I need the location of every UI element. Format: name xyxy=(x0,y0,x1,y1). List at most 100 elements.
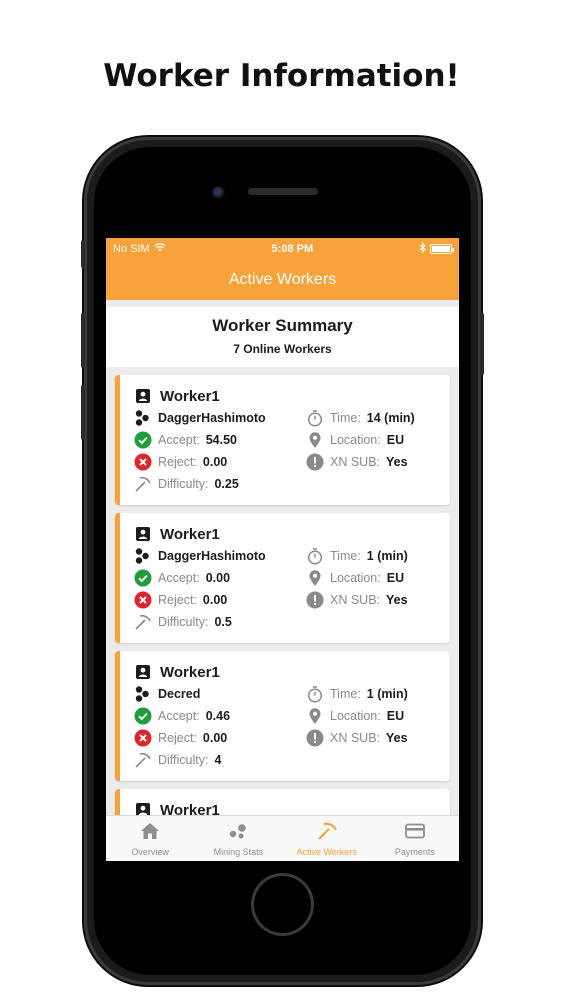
reject-value: 0.00 xyxy=(202,731,228,745)
difficulty-value: 0.25 xyxy=(214,477,239,491)
bluetooth-icon xyxy=(419,241,426,256)
carrier-label: No SIM xyxy=(113,242,150,255)
alert-circle-icon xyxy=(306,729,324,747)
location-value: EU xyxy=(386,433,405,447)
difficulty-value: 4 xyxy=(214,753,222,767)
tab-bar: Overview Mining Stats Active Workers Pay… xyxy=(106,815,459,861)
power-button xyxy=(480,313,484,375)
location-pin-icon xyxy=(306,707,324,725)
difficulty-label: Difficulty: xyxy=(158,615,209,629)
online-workers-count: 7 Online Workers xyxy=(233,342,332,356)
difficulty-label: Difficulty: xyxy=(158,753,209,767)
tab-active-workers[interactable]: Active Workers xyxy=(283,816,371,861)
reject-label: Reject: xyxy=(158,455,197,469)
mining-stats-icon xyxy=(228,822,248,845)
promo-headline: Worker Information! xyxy=(103,58,460,94)
xn-sub-value: Yes xyxy=(386,731,408,745)
algorithm-icon xyxy=(134,409,152,427)
time-value: 1 (min) xyxy=(366,549,408,563)
accept-label: Accept: xyxy=(158,709,200,723)
status-time: 5:08 PM xyxy=(271,242,314,255)
accept-value: 0.46 xyxy=(205,709,231,723)
algorithm-value: DaggerHashimoto xyxy=(158,549,266,563)
worker-card[interactable]: Worker1 Decred Accept: 0.46 Reject: 0.00… xyxy=(115,651,450,781)
location-pin-icon xyxy=(306,431,324,449)
user-badge-icon xyxy=(134,387,152,405)
stopwatch-icon xyxy=(306,409,324,427)
worker-name: Worker1 xyxy=(160,387,220,405)
time-label: Time: xyxy=(330,549,361,563)
stopwatch-icon xyxy=(306,685,324,703)
location-label: Location: xyxy=(330,433,381,447)
accept-label: Accept: xyxy=(158,571,200,585)
xn-sub-label: XN SUB: xyxy=(330,731,381,745)
pickaxe-icon xyxy=(316,822,338,845)
home-icon xyxy=(140,822,160,845)
alert-circle-icon xyxy=(306,591,324,609)
xn-sub-label: XN SUB: xyxy=(330,455,381,469)
status-bar: No SIM 5:08 PM xyxy=(106,238,459,259)
worker-list[interactable]: Worker1 DaggerHashimoto Accept: 54.50 Re… xyxy=(106,375,459,815)
app-screen: No SIM 5:08 PM Active Workers Worker Sum… xyxy=(106,238,459,861)
reject-value: 0.00 xyxy=(202,593,228,607)
nav-title: Active Workers xyxy=(228,270,337,288)
check-circle-icon xyxy=(134,707,152,725)
mute-switch xyxy=(81,240,85,268)
tab-label: Mining Stats xyxy=(213,847,264,857)
user-badge-icon xyxy=(134,801,152,815)
xn-sub-value: Yes xyxy=(386,593,408,607)
user-badge-icon xyxy=(134,663,152,681)
error-circle-icon xyxy=(134,729,152,747)
alert-circle-icon xyxy=(306,453,324,471)
time-label: Time: xyxy=(330,687,361,701)
time-value: 14 (min) xyxy=(366,411,415,425)
algorithm-icon xyxy=(134,685,152,703)
location-label: Location: xyxy=(330,709,381,723)
pickaxe-icon xyxy=(134,751,152,769)
tab-payments[interactable]: Payments xyxy=(371,816,459,861)
error-circle-icon xyxy=(134,453,152,471)
worker-name: Worker1 xyxy=(160,663,220,681)
volume-up-button xyxy=(81,313,85,368)
reject-label: Reject: xyxy=(158,593,197,607)
time-value: 1 (min) xyxy=(366,687,408,701)
tab-label: Overview xyxy=(131,847,169,857)
home-button[interactable] xyxy=(251,873,314,936)
front-camera xyxy=(212,186,225,199)
check-circle-icon xyxy=(134,569,152,587)
wifi-icon xyxy=(153,242,166,255)
battery-icon xyxy=(429,243,454,254)
summary-title: Worker Summary xyxy=(212,316,353,335)
difficulty-value: 0.5 xyxy=(214,615,232,629)
worker-card[interactable]: Worker1 xyxy=(115,789,450,815)
algorithm-value: Decred xyxy=(158,687,201,701)
check-circle-icon xyxy=(134,431,152,449)
stopwatch-icon xyxy=(306,547,324,565)
algorithm-value: DaggerHashimoto xyxy=(158,411,266,425)
worker-card[interactable]: Worker1 DaggerHashimoto Accept: 0.00 Rej… xyxy=(115,513,450,643)
location-value: EU xyxy=(386,709,405,723)
nav-bar: Active Workers xyxy=(106,259,459,300)
volume-down-button xyxy=(81,385,85,440)
location-label: Location: xyxy=(330,571,381,585)
xn-sub-label: XN SUB: xyxy=(330,593,381,607)
tab-overview[interactable]: Overview xyxy=(106,816,194,861)
accept-value: 54.50 xyxy=(205,433,237,447)
difficulty-label: Difficulty: xyxy=(158,477,209,491)
location-value: EU xyxy=(386,571,405,585)
location-pin-icon xyxy=(306,569,324,587)
worker-card[interactable]: Worker1 DaggerHashimoto Accept: 54.50 Re… xyxy=(115,375,450,505)
worker-summary-panel: Worker Summary 7 Online Workers xyxy=(106,307,459,367)
accept-value: 0.00 xyxy=(205,571,231,585)
tab-mining-stats[interactable]: Mining Stats xyxy=(194,816,282,861)
worker-name: Worker1 xyxy=(160,801,220,816)
xn-sub-value: Yes xyxy=(386,455,408,469)
pickaxe-icon xyxy=(134,475,152,493)
tab-label: Active Workers xyxy=(296,847,357,857)
error-circle-icon xyxy=(134,591,152,609)
credit-card-icon xyxy=(404,822,426,845)
worker-name: Worker1 xyxy=(160,525,220,543)
reject-label: Reject: xyxy=(158,731,197,745)
user-badge-icon xyxy=(134,525,152,543)
algorithm-icon xyxy=(134,547,152,565)
